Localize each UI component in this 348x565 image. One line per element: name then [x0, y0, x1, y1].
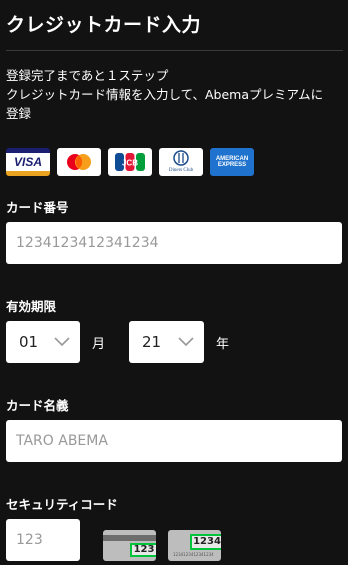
visa-logo: VISA [6, 148, 50, 176]
security-code-input[interactable]: 123 [6, 519, 80, 561]
chevron-down-icon [178, 333, 194, 351]
amex-logo: AMERICAN EXPRESS [210, 148, 254, 176]
expiry-month-value: 01 [19, 333, 39, 351]
page-title: クレジットカード入力 [6, 14, 202, 36]
card-brand-list: VISA JCB Diners Club AMERICAN EXPRESS [6, 148, 254, 176]
security-code-label: セキュリティコード [6, 497, 118, 512]
card-number-label: カード番号 [6, 200, 69, 215]
description-line: 登録完了まであと１ステップ [6, 68, 169, 83]
expiry-month-select[interactable]: 01 [6, 321, 80, 363]
card-number-input[interactable]: 1234123412341234 [6, 222, 342, 264]
diners-club-logo: Diners Club [159, 148, 203, 176]
card-number-example: 1234123412341234 [173, 552, 214, 557]
security-code-placeholder: 123 [16, 532, 43, 548]
card-number-placeholder: 1234123412341234 [16, 235, 159, 251]
svg-text:JCB: JCB [122, 159, 138, 168]
description-line: 登録 [6, 106, 32, 121]
expiry-year-select[interactable]: 21 [129, 321, 204, 363]
expiry-year-value: 21 [142, 333, 162, 351]
card-name-label: カード名義 [6, 398, 69, 413]
security-code-highlight: 1234 [190, 534, 221, 550]
security-code-highlight: 123 [130, 543, 156, 557]
svg-text:Diners Club: Diners Club [169, 168, 194, 173]
jcb-logo: JCB [108, 148, 152, 176]
chevron-down-icon [54, 333, 70, 351]
description-line: クレジットカード情報を入力して、Abemaプレミアムに [6, 87, 324, 102]
expiry-label: 有効期限 [6, 299, 57, 314]
card-name-placeholder: TARO ABEMA [16, 433, 108, 449]
description: 登録完了まであと１ステップ クレジットカード情報を入力して、Abemaプレミアム… [6, 66, 343, 123]
title-divider [6, 50, 343, 51]
mastercard-logo [57, 148, 101, 176]
magnetic-stripe [103, 535, 156, 541]
month-unit: 月 [92, 337, 106, 352]
card-name-input[interactable]: TARO ABEMA [6, 420, 342, 462]
card-back-example-image: 123 [103, 530, 156, 561]
year-unit: 年 [216, 337, 230, 352]
card-front-example-image: 1234 1234123412341234 [168, 530, 221, 561]
